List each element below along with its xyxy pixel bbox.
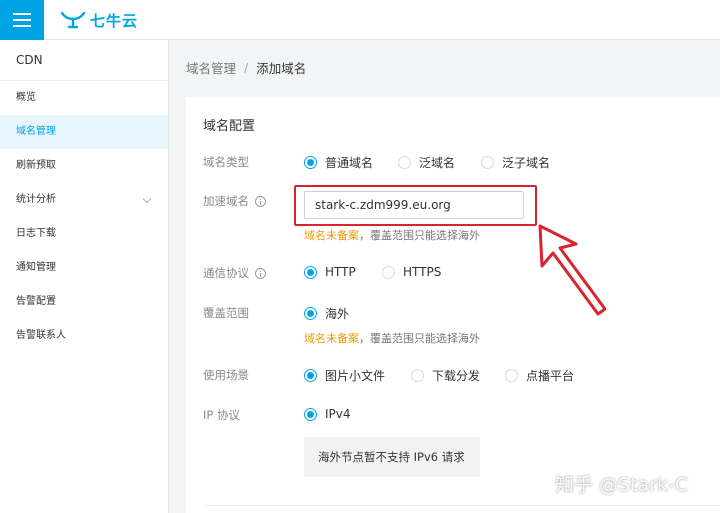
radio-icon (411, 369, 424, 382)
logo-text: 七牛云 (90, 11, 139, 30)
protocol-label: 通信协议 (203, 265, 266, 281)
sidebar-item-alert-config[interactable]: 告警配置 (0, 285, 168, 319)
sidebar-item-label: 刷新预取 (16, 160, 56, 171)
radio-checked-icon (304, 156, 317, 169)
sidebar-item-label: 日志下载 (16, 228, 56, 239)
sidebar-item-label: 统计分析 (16, 194, 56, 205)
radio-vod-platform[interactable]: 点播平台 (505, 367, 574, 384)
breadcrumb-parent-link[interactable]: 域名管理 (186, 58, 236, 77)
divider (203, 505, 720, 506)
radio-icon (505, 369, 518, 382)
sidebar-item-label: 概览 (16, 92, 36, 103)
domain-type-label: 域名类型 (203, 155, 249, 169)
radio-overseas[interactable]: 海外 (304, 305, 349, 322)
radio-http[interactable]: HTTP (304, 265, 356, 279)
radio-wildcard-subdomain[interactable]: 泛子域名 (481, 154, 550, 171)
sidebar-item-notifications[interactable]: 通知管理 (0, 251, 168, 285)
sidebar-title: CDN (0, 40, 168, 81)
ipv6-notice: 海外节点暂不支持 IPv6 请求 (304, 437, 480, 477)
radio-checked-icon (304, 369, 317, 382)
radio-wildcard-domain[interactable]: 泛域名 (398, 154, 455, 171)
qiniu-logo-icon (60, 11, 86, 29)
radio-image-small-files[interactable]: 图片小文件 (304, 367, 385, 384)
domain-config-card: 域名配置 域名类型 普通域名 泛域名 泛子域名 加速域名 域名未备案，覆盖范围只… (186, 97, 720, 513)
sidebar-item-label: 告警配置 (16, 296, 56, 307)
accel-domain-hint: 域名未备案，覆盖范围只能选择海外 (304, 229, 480, 242)
sidebar-item-label: 通知管理 (16, 262, 56, 273)
breadcrumb-current: 添加域名 (256, 61, 307, 76)
radio-icon (398, 156, 411, 169)
info-icon[interactable] (255, 195, 266, 207)
sidebar-item-refresh-prefetch[interactable]: 刷新预取 (0, 149, 168, 183)
accel-domain-label: 加速域名 (203, 193, 266, 209)
unfiled-warning: 域名未备案 (304, 332, 359, 345)
ip-protocol-label: IP 协议 (203, 408, 240, 422)
sidebar-item-alert-contacts[interactable]: 告警联系人 (0, 319, 168, 353)
breadcrumb-separator: / (244, 60, 249, 75)
watermark: 知乎 @Stark-C (555, 474, 689, 496)
section-title: 域名配置 (203, 119, 256, 134)
radio-normal-domain[interactable]: 普通域名 (304, 154, 373, 171)
coverage-label: 覆盖范围 (203, 306, 249, 320)
sidebar-item-overview[interactable]: 概览 (0, 81, 168, 115)
annotation-arrow-icon (538, 224, 606, 316)
info-icon[interactable] (255, 267, 266, 279)
chevron-down-icon (142, 194, 152, 204)
sidebar-item-domain-management[interactable]: 域名管理 (0, 115, 168, 149)
top-bar: 七牛云 (0, 0, 720, 40)
radio-checked-icon (304, 407, 317, 421)
radio-https[interactable]: HTTPS (382, 265, 441, 279)
radio-ipv4[interactable]: IPv4 (304, 407, 351, 421)
hamburger-icon[interactable] (0, 0, 44, 40)
sidebar-item-statistics[interactable]: 统计分析 (0, 183, 168, 217)
logo[interactable]: 七牛云 (60, 9, 138, 31)
highlight-box (294, 185, 537, 226)
radio-checked-icon (304, 265, 317, 279)
breadcrumb: 域名管理 / 添加域名 (186, 58, 306, 77)
unfiled-warning: 域名未备案 (304, 229, 359, 242)
radio-checked-icon (304, 307, 317, 320)
sidebar-item-label: 告警联系人 (16, 330, 66, 341)
sidebar: CDN 概览 域名管理 刷新预取 统计分析 日志下载 通知管理 告警配置 告警联… (0, 40, 169, 513)
radio-download-distribution[interactable]: 下载分发 (411, 367, 480, 384)
sidebar-item-log-download[interactable]: 日志下载 (0, 217, 168, 251)
radio-icon (382, 265, 395, 279)
scenario-label: 使用场景 (203, 368, 249, 382)
sidebar-item-label: 域名管理 (16, 126, 56, 137)
coverage-hint: 域名未备案，覆盖范围只能选择海外 (304, 332, 480, 345)
radio-icon (481, 156, 494, 169)
